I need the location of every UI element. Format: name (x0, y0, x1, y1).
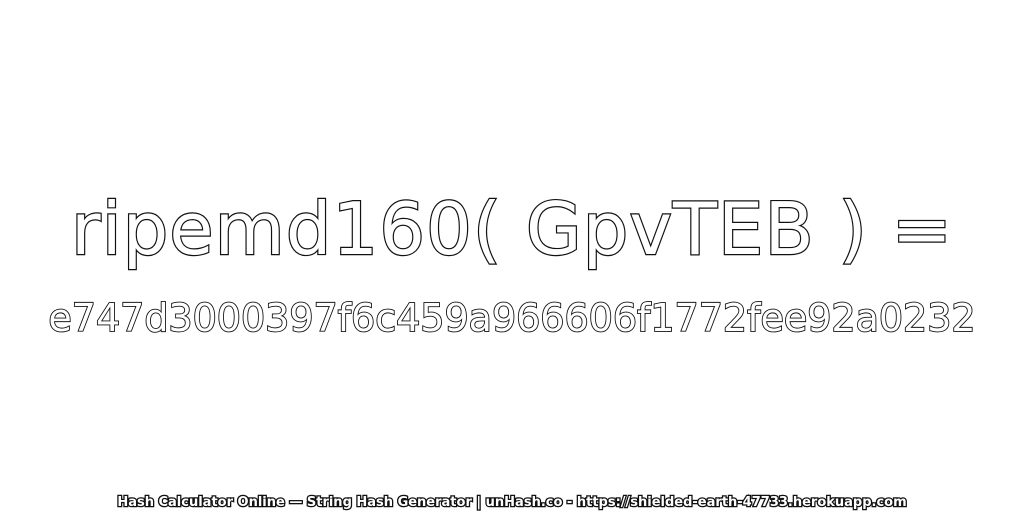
hash-result-image: ripemd160( GpvTEB ) = e747d3000397f6c459… (0, 0, 1024, 512)
hash-expression: ripemd160( GpvTEB ) = (70, 186, 953, 272)
hash-value: e747d3000397f6c459a966606f1772fee92a0232 (48, 295, 977, 341)
footer-caption: Hash Calculator Online — String Hash Gen… (116, 494, 908, 512)
